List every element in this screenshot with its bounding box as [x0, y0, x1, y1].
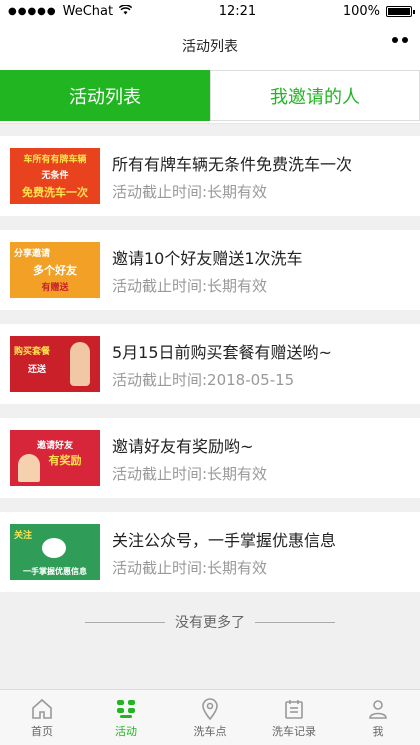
activity-title: 邀请10个好友赠送1次洗车: [112, 248, 303, 268]
activity-thumbnail: 分享邀请 多个好友 有赠送: [10, 242, 100, 298]
activity-deadline: 活动截止时间:长期有效: [112, 558, 268, 577]
divider: [85, 621, 165, 623]
carrier-label: WeChat: [62, 3, 114, 19]
activity-card[interactable]: 分享邀请 多个好友 有赠送 邀请10个好友赠送1次洗车 活动截止时间:长期有效: [0, 230, 420, 310]
tabbar-label: 洗车记录: [272, 724, 316, 738]
nav-bar: 活动列表: [0, 22, 420, 70]
activity-title: 邀请好友有奖励哟~: [112, 436, 254, 456]
activity-deadline: 活动截止时间:长期有效: [112, 464, 268, 483]
activity-card[interactable]: 关注 一手掌握优惠信息 关注公众号，一手掌握优惠信息 活动截止时间:长期有效: [0, 512, 420, 592]
tabbar-label: 活动: [115, 724, 137, 738]
activity-title: 所有有牌车辆无条件免费洗车一次: [112, 154, 353, 174]
tab-activity-list[interactable]: 活动列表: [0, 70, 210, 121]
wechat-logo-icon: [42, 538, 66, 558]
person-figure-icon: [70, 342, 90, 386]
tabbar-item-me[interactable]: 我: [336, 690, 420, 745]
tabbar-item-activity[interactable]: 活动: [84, 690, 168, 745]
activity-icon: [117, 699, 135, 718]
tab-my-invites[interactable]: 我邀请的人: [210, 70, 420, 121]
location-icon: [202, 697, 218, 720]
tab-bar-top: 活动列表 我邀请的人: [0, 70, 420, 124]
battery-percent: 100%: [342, 3, 380, 19]
activity-title: 5月15日前购买套餐有赠送哟~: [112, 342, 332, 362]
activity-deadline: 活动截止时间:长期有效: [112, 182, 268, 201]
no-more-text: 没有更多了: [175, 615, 245, 631]
page-title: 活动列表: [182, 39, 238, 55]
status-time: 12:21: [218, 3, 257, 19]
record-icon: [285, 699, 303, 719]
activity-card[interactable]: 车所有有牌车辆 无条件 免费洗车一次 所有有牌车辆无条件免费洗车一次 活动截止时…: [0, 136, 420, 216]
bottom-tab-bar: 首页 活动 洗车点 洗车记录 我: [0, 689, 420, 745]
status-left: ●●●●● WeChat: [8, 3, 133, 19]
status-bar: ●●●●● WeChat 12:21 100%: [0, 0, 420, 22]
activity-deadline: 活动截止时间:长期有效: [112, 276, 268, 295]
activity-thumbnail: 购买套餐 还送: [10, 336, 100, 392]
divider: [255, 621, 335, 623]
people-figure-icon: [18, 454, 40, 482]
signal-icon: ●●●●●: [8, 5, 57, 17]
activity-thumbnail: 关注 一手掌握优惠信息: [10, 524, 100, 580]
tabbar-item-wash-records[interactable]: 洗车记录: [252, 690, 336, 745]
tabbar-item-wash-points[interactable]: 洗车点: [168, 690, 252, 745]
no-more-indicator: 没有更多了: [0, 602, 420, 642]
activity-title: 关注公众号，一手掌握优惠信息: [112, 530, 337, 550]
activity-thumbnail: 车所有有牌车辆 无条件 免费洗车一次: [10, 148, 100, 204]
activity-card[interactable]: 邀请好友 有奖励 邀请好友有奖励哟~ 活动截止时间:长期有效: [0, 418, 420, 498]
more-menu-icon[interactable]: [392, 37, 408, 43]
wifi-icon: [118, 4, 133, 18]
activity-thumbnail: 邀请好友 有奖励: [10, 430, 100, 486]
activity-list: 车所有有牌车辆 无条件 免费洗车一次 所有有牌车辆无条件免费洗车一次 活动截止时…: [0, 124, 420, 592]
user-icon: [369, 699, 387, 719]
tabbar-item-home[interactable]: 首页: [0, 690, 84, 745]
tabbar-label: 洗车点: [193, 724, 227, 738]
activity-card[interactable]: 购买套餐 还送 5月15日前购买套餐有赠送哟~ 活动截止时间:2018-05-1…: [0, 324, 420, 404]
tabbar-label: 首页: [31, 724, 53, 738]
tabbar-label: 我: [372, 724, 384, 738]
activity-deadline: 活动截止时间:2018-05-15: [112, 370, 295, 389]
battery-icon: [385, 5, 415, 17]
home-icon: [32, 698, 52, 719]
